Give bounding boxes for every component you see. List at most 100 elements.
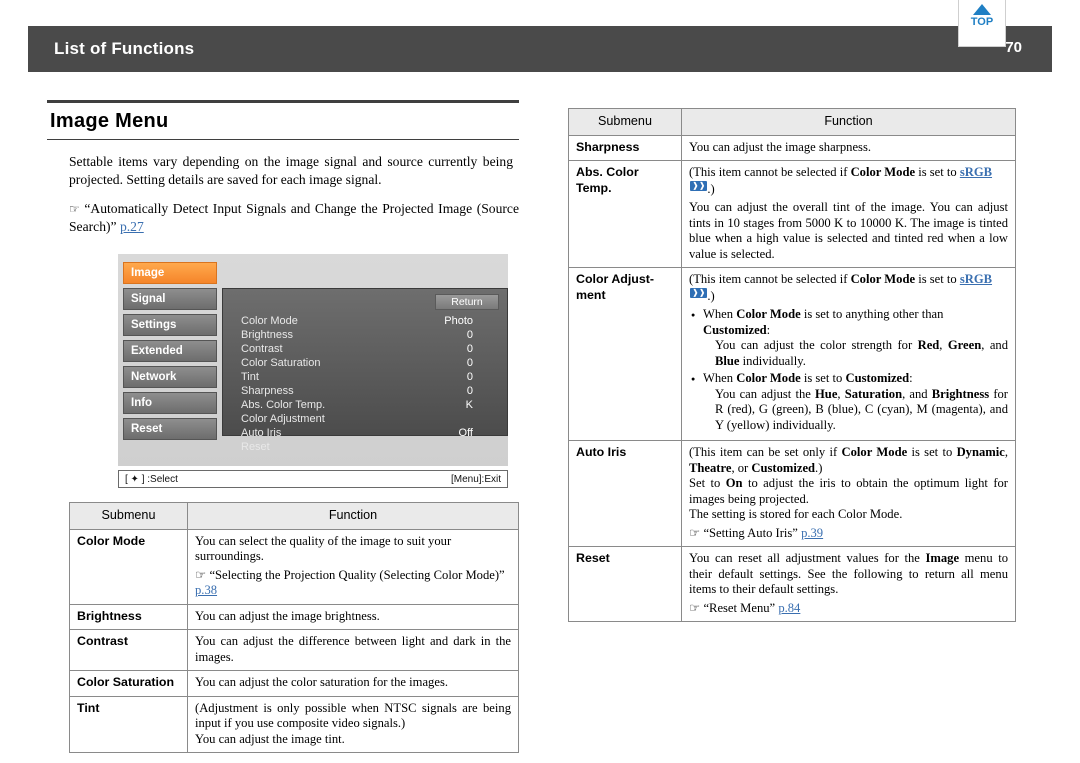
page-root: List of Functions 70 TOP Image Menu Sett… — [0, 0, 1080, 763]
color-adjustment-bullets: When Color Mode is set to anything other… — [689, 307, 1008, 433]
function-tint: (Adjustment is only possible when NTSC s… — [187, 695, 519, 753]
function-text: You can adjust the overall tint of the i… — [689, 200, 1008, 261]
srgb-link[interactable]: sRGB — [960, 165, 992, 179]
col-function: Function — [681, 108, 1016, 136]
note-mid: is set to — [915, 165, 960, 179]
osd-row-value: Photo — [444, 315, 473, 327]
col-submenu: Submenu — [568, 108, 682, 136]
osd-return-button[interactable]: Return — [435, 294, 499, 310]
table-row: Abs. Color Temp. (This item cannot be se… — [568, 159, 1016, 269]
osd-menu-item-image[interactable]: Image — [123, 262, 217, 284]
osd-row-label: Color Mode — [241, 315, 298, 327]
osd-row-label: Tint — [241, 371, 259, 383]
osd-row-color-mode[interactable]: Color Mode Photo — [241, 315, 497, 329]
reference-arrow-icon: ☞ — [689, 525, 701, 540]
osd-row-reset[interactable]: Reset — [241, 441, 497, 455]
osd-row-tint[interactable]: Tint 0 — [241, 371, 497, 385]
function-text-2: You can adjust the image tint. — [195, 731, 345, 746]
note-mid: is set to — [915, 272, 960, 287]
bullet-text: When Color Mode is set to Customized: — [703, 371, 913, 386]
submenu-abs-color-temp: Abs. Color Temp. — [568, 159, 682, 269]
osd-menu-label: Extended — [131, 345, 183, 357]
osd-row-color-adjustment[interactable]: Color Adjustment — [241, 413, 497, 427]
bullet-text: When Color Mode is set to anything other… — [703, 307, 944, 337]
osd-row-auto-iris[interactable]: Auto Iris Off — [241, 427, 497, 441]
osd-row-value: 0 — [466, 343, 473, 355]
osd-row-value: 0 — [466, 357, 473, 369]
function-reset: You can reset all adjustment values for … — [681, 546, 1016, 623]
osd-menu-item-network[interactable]: Network — [123, 366, 217, 388]
reference-text: “Reset Menu” — [703, 600, 776, 615]
reference-text: “Setting Auto Iris” — [703, 525, 798, 540]
bullet-item: When Color Mode is set to anything other… — [691, 307, 1009, 369]
osd-menu-item-extended[interactable]: Extended — [123, 340, 217, 362]
top-button-label: TOP — [970, 16, 994, 28]
osd-menu-item-settings[interactable]: Settings — [123, 314, 217, 336]
function-text-3: The setting is stored for each Color Mod… — [689, 507, 903, 522]
page-title: List of Functions — [54, 39, 195, 58]
submenu-tint: Tint — [69, 695, 188, 753]
table-row: Color Mode You can select the quality of… — [69, 528, 519, 605]
osd-row-value: 0 — [466, 329, 473, 341]
col-function: Function — [187, 502, 519, 530]
submenu-brightness: Brightness — [69, 603, 188, 630]
reference-link[interactable]: p.84 — [778, 601, 800, 615]
reference-link[interactable]: p.38 — [195, 583, 217, 597]
submenu-sharpness: Sharpness — [568, 134, 682, 161]
srgb-link[interactable]: sRGB — [960, 272, 992, 286]
table-row: Brightness You can adjust the image brig… — [69, 603, 519, 630]
bullet-detail: You can adjust the color strength for Re… — [715, 338, 1009, 368]
submenu-auto-iris: Auto Iris — [568, 440, 682, 548]
function-abs-color-temp: (This item cannot be selected if Color M… — [681, 159, 1016, 269]
osd-row-color-saturation[interactable]: Color Saturation 0 — [241, 357, 497, 371]
table-row: Reset You can reset all adjustment value… — [568, 546, 1016, 623]
function-reference: ☞ “Reset Menu” p.84 — [689, 601, 1008, 617]
osd-screenshot: Image Signal Settings Extended Network I… — [118, 254, 508, 488]
reference-arrow-icon: ☞ — [195, 567, 207, 582]
osd-menu-label: Image — [131, 267, 165, 279]
osd-menu-item-signal[interactable]: Signal — [123, 288, 217, 310]
section-heading-block: Image Menu — [47, 100, 519, 140]
osd-row-sharpness[interactable]: Sharpness 0 — [241, 385, 497, 399]
reference-link[interactable]: p.27 — [120, 219, 144, 234]
osd-footer-select: [ ✦ ] :Select — [125, 473, 178, 485]
note-pre: (This item cannot be selected if — [689, 272, 851, 287]
function-brightness: You can adjust the image brightness. — [187, 603, 519, 630]
osd-menu-column: Image Signal Settings Extended Network I… — [118, 254, 222, 466]
right-column: Submenu Function Sharpness You can adjus… — [568, 108, 1016, 623]
function-auto-iris: (This item can be set only if Color Mode… — [681, 440, 1016, 548]
osd-row-value: 0 — [466, 385, 473, 397]
osd-footer-bar: [ ✦ ] :Select [Menu]:Exit — [118, 470, 508, 488]
osd-row-contrast[interactable]: Contrast 0 — [241, 343, 497, 357]
up-arrow-icon — [973, 4, 991, 15]
osd-row-label: Contrast — [241, 343, 283, 355]
osd-menu-item-reset[interactable]: Reset — [123, 418, 217, 440]
function-text: You can select the quality of the image … — [195, 533, 452, 564]
osd-row-value: K — [465, 399, 473, 411]
function-text: (Adjustment is only possible when NTSC s… — [195, 700, 511, 731]
reference-arrow-icon: ☞ — [689, 600, 701, 615]
reference-text: “Selecting the Projection Quality (Selec… — [209, 567, 505, 582]
submenu-contrast: Contrast — [69, 629, 188, 671]
osd-row-label: Color Saturation — [241, 357, 321, 369]
table-row: Contrast You can adjust the difference b… — [69, 629, 519, 671]
glossary-icon[interactable]: ❱❱ — [690, 180, 708, 191]
function-reference: ☞ “Setting Auto Iris” p.39 — [689, 526, 1008, 542]
osd-menu-label: Settings — [131, 319, 177, 331]
osd-menu-item-info[interactable]: Info — [123, 392, 217, 414]
function-text: (This item can be set only if Color Mode… — [689, 445, 1009, 475]
osd-row-label: Brightness — [241, 329, 293, 341]
reference-link[interactable]: p.39 — [801, 526, 823, 540]
table-row: Color Adjust-ment (This item cannot be s… — [568, 267, 1016, 442]
table-row: Sharpness You can adjust the image sharp… — [568, 134, 1016, 161]
table-row: Auto Iris (This item can be set only if … — [568, 440, 1016, 548]
top-button[interactable]: TOP — [958, 0, 1006, 47]
osd-row-label: Sharpness — [241, 385, 294, 397]
osd-row-brightness[interactable]: Brightness 0 — [241, 329, 497, 343]
osd-row-label: Reset — [241, 441, 270, 453]
osd-row-abs-color-temp[interactable]: Abs. Color Temp. K — [241, 399, 497, 413]
glossary-icon[interactable]: ❱❱ — [690, 287, 708, 298]
bullet-item: When Color Mode is set to Customized: Yo… — [691, 371, 1008, 433]
section-reference: ☞ “Automatically Detect Input Signals an… — [69, 200, 519, 236]
note-line: (This item cannot be selected if Color M… — [689, 165, 1008, 197]
